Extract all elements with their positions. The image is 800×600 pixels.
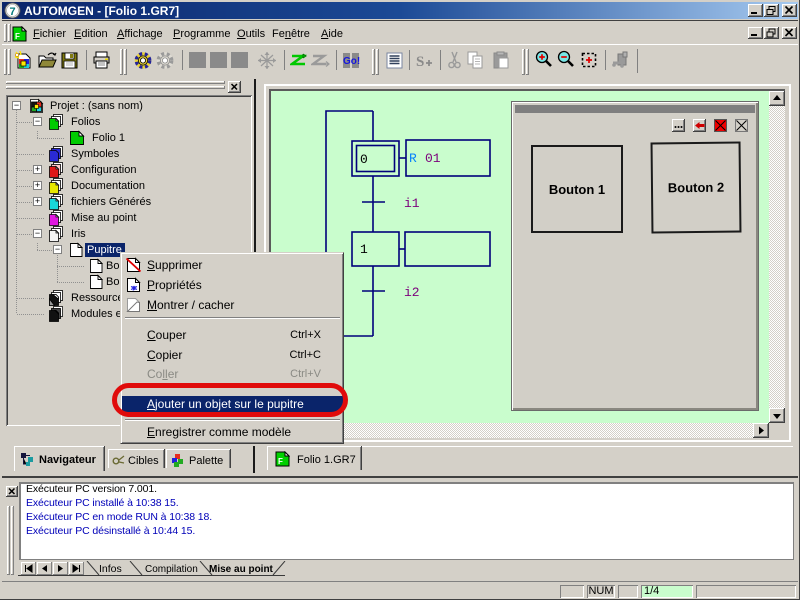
svg-text:i1: i1 — [404, 196, 420, 211]
svg-text:Infos: Infos — [99, 563, 122, 575]
svg-text:F: F — [15, 32, 20, 41]
svg-text:F: F — [278, 457, 283, 466]
svg-text:Compilation: Compilation — [145, 564, 198, 575]
svg-text:01: 01 — [425, 151, 441, 166]
svg-text:7: 7 — [9, 6, 15, 18]
svg-text:i2: i2 — [404, 285, 420, 300]
svg-text:1: 1 — [360, 242, 368, 257]
svg-text:Mise au point: Mise au point — [209, 564, 274, 575]
svg-text:R: R — [409, 151, 417, 166]
svg-text:0: 0 — [360, 152, 368, 167]
svg-text:S: S — [416, 54, 424, 70]
svg-text:Go!: Go! — [343, 56, 360, 67]
